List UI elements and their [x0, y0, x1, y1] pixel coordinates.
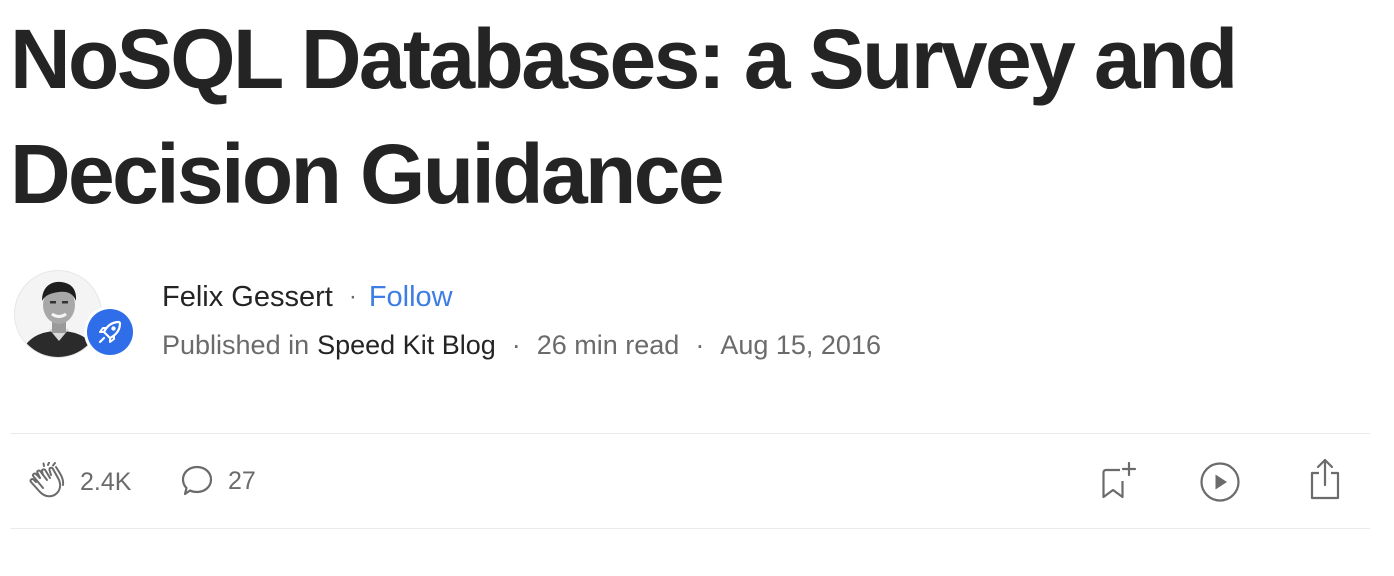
speech-bubble-icon [181, 465, 213, 496]
bookmark-add-icon [1102, 461, 1137, 499]
article-action-bar: 2.4K 27 [10, 434, 1370, 528]
author-line: Felix Gessert · Follow [162, 278, 453, 316]
publication-separator-2: · [695, 330, 705, 360]
action-bar-bottom-divider [10, 528, 1370, 529]
share-icon [1310, 458, 1340, 500]
publication-line: Published in Speed Kit Blog · 26 min rea… [162, 326, 881, 364]
publish-date: Aug 15, 2016 [720, 330, 881, 360]
publication-badge-inner [87, 309, 133, 355]
listen-button[interactable] [1198, 460, 1242, 504]
author-separator: · [348, 283, 357, 310]
article-title-line-1: NoSQL Databases: a Survey and [10, 12, 1238, 106]
clap-button[interactable]: 2.4K [28, 462, 131, 502]
clap-icon [29, 462, 65, 498]
follow-button[interactable]: Follow [369, 278, 453, 316]
share-button[interactable] [1306, 456, 1344, 502]
play-circle-icon [1200, 462, 1240, 502]
article-title: NoSQL Databases: a Survey and Decision G… [10, 2, 1370, 232]
publication-separator-1: · [511, 330, 521, 360]
publication-badge[interactable] [84, 306, 136, 358]
published-in-label: Published in [162, 330, 310, 360]
publication-name-link[interactable]: Speed Kit Blog [317, 326, 496, 364]
author-name[interactable]: Felix Gessert [162, 278, 333, 316]
article-title-line-2: Decision Guidance [10, 127, 725, 221]
save-button[interactable] [1098, 458, 1140, 502]
read-time: 26 min read [536, 330, 680, 360]
responses-button[interactable]: 27 [180, 464, 256, 498]
response-count: 27 [228, 466, 256, 495]
clap-count: 2.4K [80, 467, 132, 496]
rocket-icon [98, 320, 122, 344]
author-avatar-group [14, 270, 136, 360]
